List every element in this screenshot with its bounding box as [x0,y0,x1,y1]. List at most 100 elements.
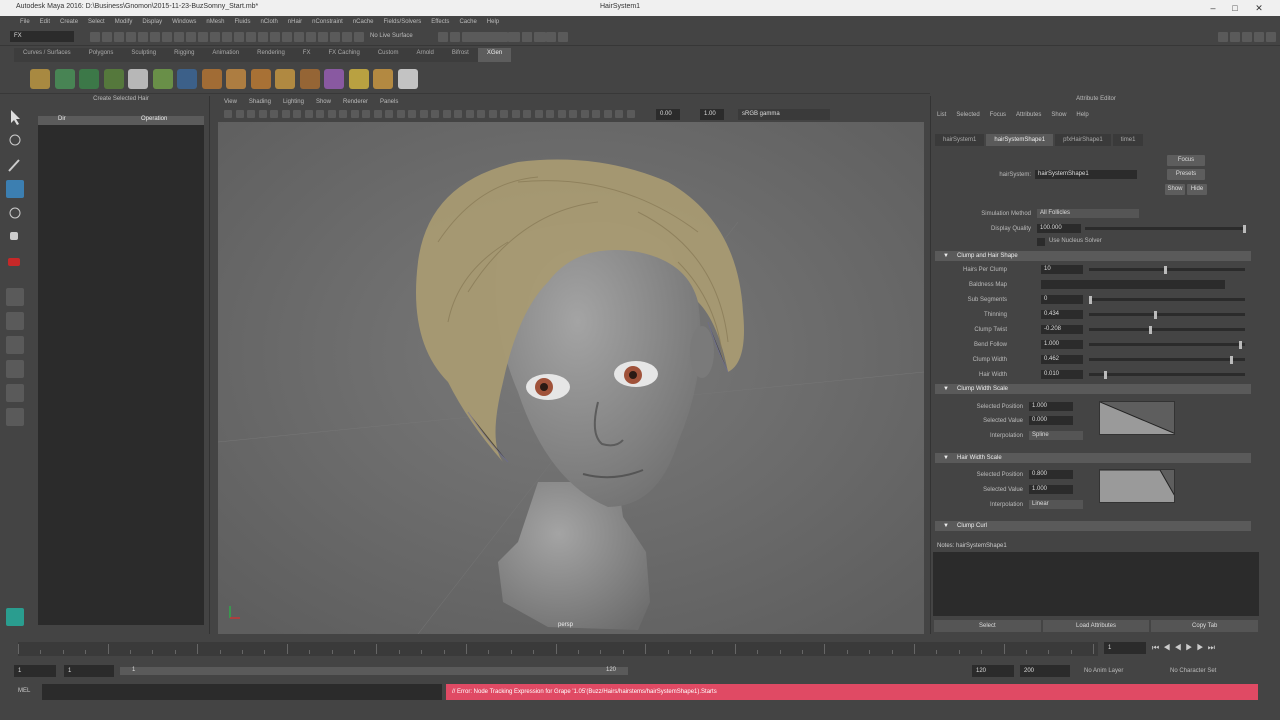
status-tool-icon[interactable] [546,32,556,42]
status-tool-icon[interactable] [138,32,148,42]
viewport-tool-icon[interactable] [362,110,370,118]
viewport-tool-icon[interactable] [293,110,301,118]
menu-ncloth[interactable]: nCloth [260,19,277,25]
shelf-tool-icon[interactable] [348,69,369,89]
clump-field-knob[interactable] [1164,266,1167,274]
inner-start-field[interactable]: 1 [64,665,114,677]
viewport-menu-lighting[interactable]: Lighting [283,99,304,105]
menu-nmesh[interactable]: nMesh [206,19,224,25]
hws-position-field[interactable]: 0.800 [1029,470,1073,479]
viewport-tool-icon[interactable] [408,110,416,118]
viewport-tool-icon[interactable] [247,110,255,118]
show-button[interactable]: Show [1165,184,1185,195]
viewport-tool-icon[interactable] [258,110,267,118]
shelf-tool-icon[interactable] [128,69,148,89]
status-tool-icon[interactable] [318,32,328,42]
node-name-field[interactable]: hairSystemShape1 [1035,170,1137,179]
menu-fluids[interactable]: Fluids [234,19,250,25]
status-tool-icon[interactable] [558,32,568,42]
attr-tab[interactable]: time1 [1112,134,1144,146]
hws-interp-select[interactable]: Linear [1029,500,1083,509]
focus-button[interactable]: Focus [1167,155,1205,166]
menu-fieldssolvers[interactable]: Fields/Solvers [384,19,422,25]
clump-field-value[interactable]: 0.010 [1041,370,1083,379]
clump-field-slider[interactable] [1089,328,1245,331]
clump-field-knob[interactable] [1149,326,1152,334]
shelf-tool-icon[interactable] [275,69,295,89]
viewport-tool-icon[interactable] [523,110,531,118]
viewport-tool-icon[interactable] [615,110,623,118]
minimize-icon[interactable]: – [1206,2,1220,14]
menu-windows[interactable]: Windows [172,19,196,25]
shelf-tool-icon[interactable] [299,69,320,89]
status-tool-icon[interactable] [210,32,220,42]
viewport-tool-icon[interactable] [603,110,612,118]
baldness-map-field[interactable] [1041,280,1225,289]
viewport-tool-icon[interactable] [385,110,393,118]
end-frame-field[interactable]: 120 [972,665,1014,677]
command-input[interactable] [42,684,442,700]
current-frame-field[interactable]: 1 [1104,642,1146,654]
viewport-tool-icon[interactable] [557,110,566,118]
viewport-tool-icon[interactable] [488,110,497,118]
timeline-ticks[interactable] [18,642,1098,656]
attr-tab[interactable]: hairSystem1 [935,134,985,146]
panel-toggle-icon[interactable] [1254,32,1264,42]
outer-end-field[interactable]: 200 [1020,665,1070,677]
status-tool-icon[interactable] [222,32,232,42]
command-language[interactable]: MEL [18,688,30,694]
close-icon[interactable]: ✕ [1252,2,1266,14]
viewport-tool-icon[interactable] [569,110,577,118]
shelf-tool-icon[interactable] [201,69,222,89]
status-tool-icon[interactable] [294,32,304,42]
menu-create[interactable]: Create [60,19,78,25]
clump-field-value[interactable]: -0.208 [1041,325,1083,334]
viewport-menu-panels[interactable]: Panels [380,99,398,105]
status-tool-icon[interactable] [114,32,124,42]
shelf-tab[interactable]: Rigging [165,48,204,62]
shelf-tool-icon[interactable] [79,69,99,89]
status-tool-icon[interactable] [536,32,546,42]
hair-width-scale-header[interactable]: ▼ Hair Width Scale [935,453,1251,463]
layout-persp-icon[interactable] [6,408,24,426]
viewport-tool-icon[interactable] [580,110,589,118]
attr-menu-show[interactable]: Show [1051,112,1066,118]
clump-width-scale-header[interactable]: ▼ Clump Width Scale [935,384,1251,394]
status-tool-icon[interactable] [480,32,490,42]
status-tool-icon[interactable] [126,32,136,42]
status-tool-icon[interactable] [198,32,208,42]
live-surface-label[interactable]: No Live Surface [370,33,413,39]
clump-curl-header[interactable]: ▼ Clump Curl [935,521,1251,531]
viewport-tool-icon[interactable] [316,110,324,118]
clump-field-value[interactable]: 0 [1041,295,1083,304]
menu-modify[interactable]: Modify [115,19,133,25]
status-tool-icon[interactable] [330,32,340,42]
cws-position-field[interactable]: 1.000 [1029,402,1073,411]
menu-ncache[interactable]: nCache [353,19,374,25]
viewport-tool-icon[interactable] [224,110,232,118]
status-tool-icon[interactable] [522,32,532,42]
shelf-tab[interactable]: FX Caching [319,48,369,62]
viewport-tool-icon[interactable] [626,110,635,118]
viewport-tool-icon[interactable] [339,110,347,118]
column-operation[interactable]: Operation [121,116,204,125]
layout-four-icon[interactable] [6,312,24,330]
status-tool-icon[interactable] [234,32,244,42]
shelf-tool-icon[interactable] [152,69,173,89]
menu-set-select[interactable]: FX [10,31,74,42]
color-space-select[interactable]: sRGB gamma [738,109,830,120]
layout-graph-icon[interactable] [6,384,24,402]
shelf-tab[interactable]: Polygons [79,48,123,62]
viewport-tool-icon[interactable] [454,110,462,118]
perspective-viewport[interactable]: persp [218,122,924,634]
viewport-tool-icon[interactable] [350,110,359,118]
status-tool-icon[interactable] [450,32,460,42]
clump-section-header[interactable]: ▼ Clump and Hair Shape [935,251,1251,261]
character-set-select[interactable]: No Character Set [1170,668,1216,674]
status-tool-icon[interactable] [282,32,292,42]
viewport-tool-icon[interactable] [419,110,428,118]
playback-controls[interactable]: ⏮◀◀▶▶⏭ [1152,643,1219,653]
move-tool-icon[interactable] [6,180,24,198]
status-tool-icon[interactable] [162,32,172,42]
shelf-tool-icon[interactable] [54,69,75,89]
